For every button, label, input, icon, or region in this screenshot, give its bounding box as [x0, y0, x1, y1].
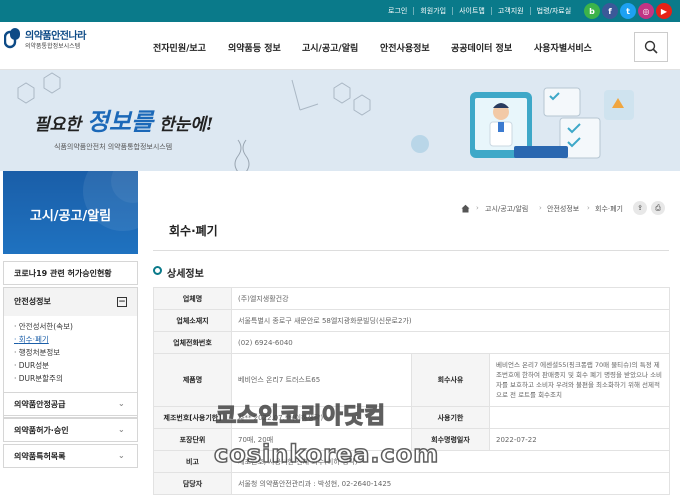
hero-subtitle: 식품의약품안전처 의약품통합정보시스템 — [54, 143, 173, 151]
hero-banner: 필요한 정보를 한눈에! 식품의약품안전처 의약품통합정보시스템 — [0, 70, 680, 171]
company-value: (주)엘지생활건강 — [230, 287, 671, 310]
slogan-part-3: 한눈에! — [159, 115, 214, 135]
sidebar-item-approval[interactable]: 의약품허가·승인 ⌄ — [3, 418, 138, 442]
sidebar-item-label: 의약품허가·승인 — [14, 426, 69, 435]
logo-subtitle: 의약품통합정보시스템 — [25, 43, 81, 50]
facebook-icon[interactable]: f — [602, 3, 618, 19]
nav-safe-use[interactable]: 안전사용정보 — [380, 41, 430, 54]
cell-header: 업체전화번호 — [153, 331, 232, 354]
logo-title[interactable]: 의약품안전나라 — [25, 27, 86, 42]
chevron-down-icon: ⌄ — [118, 425, 125, 434]
sidebar-item-label: 의약품안정공급 — [14, 400, 66, 409]
reason-value: 베비언스 온리7 에센셜55(핑크퐁랩 70매 물티슈)의 특정 제조번호에 한… — [488, 353, 671, 407]
nav-notice[interactable]: 고시/공고/알림 — [302, 41, 358, 54]
watermark-url: cosinkorea.com — [213, 439, 440, 469]
nav-user-service[interactable]: 사용자별서비스 — [534, 41, 592, 54]
table-row: 담당자 서울청 의약품안전관리과 : 박성현, 02-2640-1425 — [153, 472, 671, 495]
sidebar-item-patent[interactable]: 의약품특허목록 ⌄ — [3, 444, 138, 468]
sidebar-item-label: 의약품특허목록 — [14, 452, 66, 461]
sidebar-item-safety[interactable]: 안전성정보 − — [3, 287, 138, 317]
twitter-icon[interactable]: t — [620, 3, 636, 19]
sub-item-dur-split[interactable]: · DUR분할주의 — [14, 373, 63, 384]
hero-slogan: 필요한 정보를 한눈에! — [34, 102, 213, 137]
cell-header: 회수사유 — [411, 353, 490, 407]
cell-header: 업체명 — [153, 287, 232, 310]
cell-header: 업체소재지 — [153, 309, 232, 332]
contact-value: 서울청 의약품안전관리과 : 박성현, 02-2640-1425 — [230, 472, 671, 495]
youtube-icon[interactable]: ▶ — [656, 3, 672, 19]
site-header: 의약품안전나라 의약품통합정보시스템 전자민원/보고 의약품등 정보 고시/공고… — [0, 22, 680, 70]
breadcrumb-recall[interactable]: 회수·폐기 — [595, 204, 623, 214]
sub-item-recall[interactable]: · 회수·폐기 — [14, 334, 49, 345]
login-link[interactable]: 로그인 — [382, 7, 415, 15]
breadcrumb-separator: › — [539, 204, 542, 212]
signup-link[interactable]: 회원가입 — [414, 7, 454, 15]
logo-icon[interactable] — [4, 27, 22, 49]
home-icon[interactable] — [461, 204, 470, 213]
breadcrumb-separator: › — [587, 204, 590, 212]
law-data-link[interactable]: 법령/자료실 — [531, 7, 578, 15]
sidebar-item-covid[interactable]: 코로나19 관련 허가승인현황 — [3, 261, 138, 285]
sub-item-dur-ingredient[interactable]: · DUR성분 — [14, 360, 49, 371]
left-sidebar: 고시/공고/알림 코로나19 관련 허가승인현황 안전성정보 − · 안전성서한… — [3, 171, 138, 497]
chevron-down-icon: ⌄ — [118, 451, 125, 460]
title-divider — [153, 250, 669, 251]
sidebar-header: 고시/공고/알림 — [3, 171, 138, 254]
nav-drug-info[interactable]: 의약품등 정보 — [228, 41, 281, 54]
cell-header: 담당자 — [153, 472, 232, 495]
search-button[interactable] — [634, 32, 668, 62]
expiry-value — [488, 406, 671, 429]
search-icon — [644, 40, 658, 54]
table-row: 업체전화번호 (02) 6924-6040 — [153, 331, 671, 354]
slogan-part-1: 필요한 — [34, 115, 81, 135]
table-row: 업체소재지 서울특별시 종로구 새문안로 58엘지광화문빌딩(신문로2가) — [153, 309, 671, 332]
section-title: 상세정보 — [167, 269, 204, 280]
sidebar-title: 고시/공고/알림 — [29, 209, 112, 224]
address-value: 서울특별시 종로구 새문안로 58엘지광화문빌딩(신문로2가) — [230, 309, 671, 332]
sidebar-item-supply[interactable]: 의약품안정공급 ⌄ — [3, 392, 138, 416]
sidebar-item-label: 안전성정보 — [14, 297, 51, 306]
cell-header: 사용기한 — [411, 406, 490, 429]
top-utility-bar: 로그인 회원가입 사이트맵 고객지원 법령/자료실 b f t ◎ ▶ — [0, 0, 680, 22]
sitemap-link[interactable]: 사이트맵 — [453, 7, 492, 15]
print-icon[interactable]: ⎙ — [651, 201, 665, 215]
slogan-part-2: 정보를 — [86, 107, 154, 136]
collapse-icon[interactable]: − — [117, 297, 127, 307]
chevron-down-icon: ⌄ — [118, 399, 125, 408]
support-link[interactable]: 고객지원 — [492, 7, 531, 15]
phone-value: (02) 6924-6040 — [230, 331, 671, 354]
share-icon[interactable]: ⇪ — [633, 201, 647, 215]
nav-e-civil[interactable]: 전자민원/보고 — [153, 41, 206, 54]
order-date-value: 2022-07-22 — [488, 428, 671, 451]
breadcrumb-notice[interactable]: 고시/공고/알림 — [485, 204, 528, 214]
sub-item-safety-letter[interactable]: · 안전성서한(속보) — [14, 321, 73, 332]
sub-item-admin-action[interactable]: · 행정처분정보 — [14, 347, 60, 358]
sidebar-item-label: 코로나19 관련 허가승인현황 — [14, 269, 112, 278]
page-title: 회수·폐기 — [169, 224, 218, 238]
breadcrumb-separator: › — [476, 204, 479, 212]
nav-public-data[interactable]: 공공데이터 정보 — [451, 41, 512, 54]
utility-links: 로그인 회원가입 사이트맵 고객지원 법령/자료실 — [382, 0, 577, 22]
blog-icon[interactable]: b — [584, 3, 600, 19]
watermark-korean: 코스인코리아닷컴 — [215, 403, 386, 430]
breadcrumb-safety[interactable]: 안전성정보 — [547, 204, 579, 214]
instagram-icon[interactable]: ◎ — [638, 3, 654, 19]
section-bullet-icon — [153, 266, 162, 275]
table-row: 업체명 (주)엘지생활건강 — [153, 287, 671, 310]
